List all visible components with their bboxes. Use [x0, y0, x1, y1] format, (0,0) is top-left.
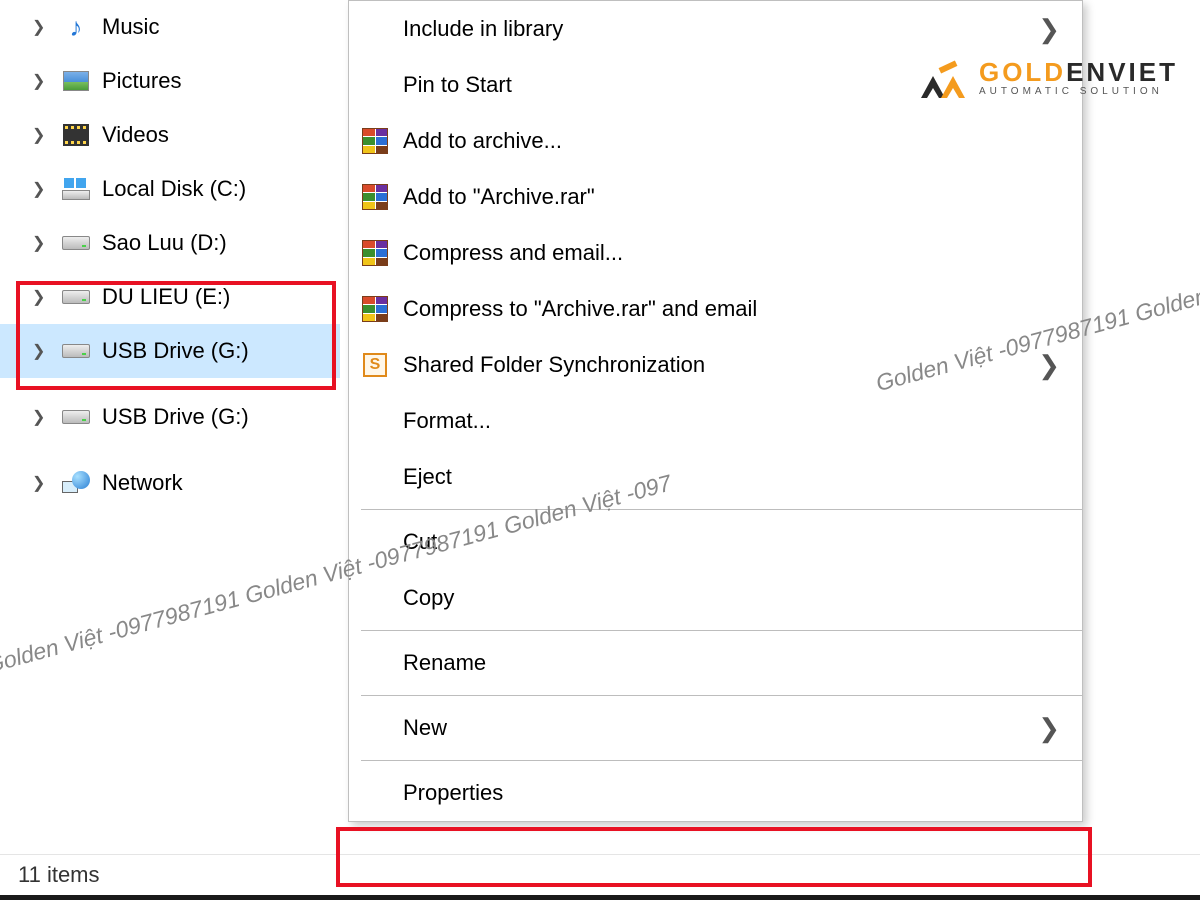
drive-icon: [62, 229, 90, 257]
logo-mark-icon: [921, 58, 969, 98]
menu-item-label: Cut: [403, 529, 437, 555]
tree-item-label: Videos: [102, 122, 169, 148]
winrar-icon: [361, 183, 389, 211]
menu-item-label: Copy: [403, 585, 454, 611]
menu-separator: [361, 760, 1082, 761]
menu-item-add-to-archive-rar[interactable]: Add to "Archive.rar": [349, 169, 1082, 225]
winrar-icon: [361, 127, 389, 155]
tree-item-music[interactable]: ❯ ♪ Music: [0, 0, 340, 54]
tree-item-label: Sao Luu (D:): [102, 230, 227, 256]
menu-item-include-in-library[interactable]: Include in library ❯: [349, 1, 1082, 57]
menu-item-copy[interactable]: Copy: [349, 570, 1082, 626]
chevron-right-icon: ❯: [1038, 350, 1060, 381]
videos-icon: [62, 121, 90, 149]
menu-item-compress-to-archive-rar-email[interactable]: Compress to "Archive.rar" and email: [349, 281, 1082, 337]
chevron-right-icon: ❯: [32, 179, 50, 199]
chevron-right-icon: ❯: [32, 473, 50, 493]
logo-wordmark: GOLDENVIET: [979, 59, 1178, 85]
tree-item-label: Network: [102, 470, 183, 496]
menu-item-label: Rename: [403, 650, 486, 676]
menu-item-new[interactable]: New ❯: [349, 700, 1082, 756]
menu-item-label: Add to archive...: [403, 128, 562, 154]
menu-separator: [361, 509, 1082, 510]
chevron-right-icon: ❯: [1038, 713, 1060, 744]
menu-item-label: New: [403, 715, 447, 741]
tree-item-label: Local Disk (C:): [102, 176, 246, 202]
local-disk-icon: [62, 175, 90, 203]
network-icon: [62, 469, 90, 497]
menu-separator: [361, 630, 1082, 631]
winrar-icon: [361, 295, 389, 323]
chevron-right-icon: ❯: [32, 287, 50, 307]
goldenviet-logo: GOLDENVIET AUTOMATIC SOLUTION: [921, 58, 1178, 98]
chevron-right-icon: ❯: [32, 233, 50, 253]
menu-item-label: Properties: [403, 780, 503, 806]
tree-item-usb-drive-g[interactable]: ❯ USB Drive (G:): [0, 390, 340, 444]
menu-item-label: Pin to Start: [403, 72, 512, 98]
drive-icon: [62, 283, 90, 311]
sync-icon: S: [361, 351, 389, 379]
tree-item-label: USB Drive (G:): [102, 338, 249, 364]
menu-item-label: Compress and email...: [403, 240, 623, 266]
chevron-right-icon: ❯: [32, 341, 50, 361]
drive-icon: [62, 403, 90, 431]
tree-item-local-disk-c[interactable]: ❯ Local Disk (C:): [0, 162, 340, 216]
tree-item-usb-drive-g-selected[interactable]: ❯ USB Drive (G:): [0, 324, 340, 378]
tree-item-label: USB Drive (G:): [102, 404, 249, 430]
tree-item-label: DU LIEU (E:): [102, 284, 230, 310]
menu-item-shared-folder-sync[interactable]: S Shared Folder Synchronization ❯: [349, 337, 1082, 393]
tree-item-sao-luu-d[interactable]: ❯ Sao Luu (D:): [0, 216, 340, 270]
status-items-count: 11 items: [18, 862, 100, 888]
tree-item-label: Pictures: [102, 68, 181, 94]
chevron-right-icon: ❯: [32, 71, 50, 91]
menu-item-rename[interactable]: Rename: [349, 635, 1082, 691]
menu-item-compress-and-email[interactable]: Compress and email...: [349, 225, 1082, 281]
pictures-icon: [62, 67, 90, 95]
menu-item-label: Format...: [403, 408, 491, 434]
menu-item-label: Compress to "Archive.rar" and email: [403, 296, 757, 322]
chevron-right-icon: ❯: [32, 125, 50, 145]
navigation-tree: ❯ ♪ Music ❯ Pictures ❯ Videos ❯ Local Di…: [0, 0, 340, 510]
winrar-icon: [361, 239, 389, 267]
menu-item-label: Include in library: [403, 16, 563, 42]
menu-item-properties[interactable]: Properties: [349, 765, 1082, 821]
chevron-right-icon: ❯: [32, 17, 50, 37]
tree-item-label: Music: [102, 14, 159, 40]
menu-separator: [361, 695, 1082, 696]
chevron-right-icon: ❯: [1038, 14, 1060, 45]
drive-icon: [62, 337, 90, 365]
menu-item-label: Eject: [403, 464, 452, 490]
logo-tagline: AUTOMATIC SOLUTION: [979, 87, 1178, 97]
menu-item-label: Shared Folder Synchronization: [403, 352, 705, 378]
bottom-border: [0, 895, 1200, 900]
menu-item-add-to-archive[interactable]: Add to archive...: [349, 113, 1082, 169]
menu-item-label: Add to "Archive.rar": [403, 184, 595, 210]
menu-item-format[interactable]: Format...: [349, 393, 1082, 449]
menu-item-cut[interactable]: Cut: [349, 514, 1082, 570]
tree-item-videos[interactable]: ❯ Videos: [0, 108, 340, 162]
tree-item-du-lieu-e[interactable]: ❯ DU LIEU (E:): [0, 270, 340, 324]
tree-item-pictures[interactable]: ❯ Pictures: [0, 54, 340, 108]
context-menu: Include in library ❯ Pin to Start Add to…: [348, 0, 1083, 822]
status-bar: 11 items: [0, 854, 1200, 894]
tree-item-network[interactable]: ❯ Network: [0, 456, 340, 510]
music-icon: ♪: [62, 13, 90, 41]
chevron-right-icon: ❯: [32, 407, 50, 427]
menu-item-eject[interactable]: Eject: [349, 449, 1082, 505]
